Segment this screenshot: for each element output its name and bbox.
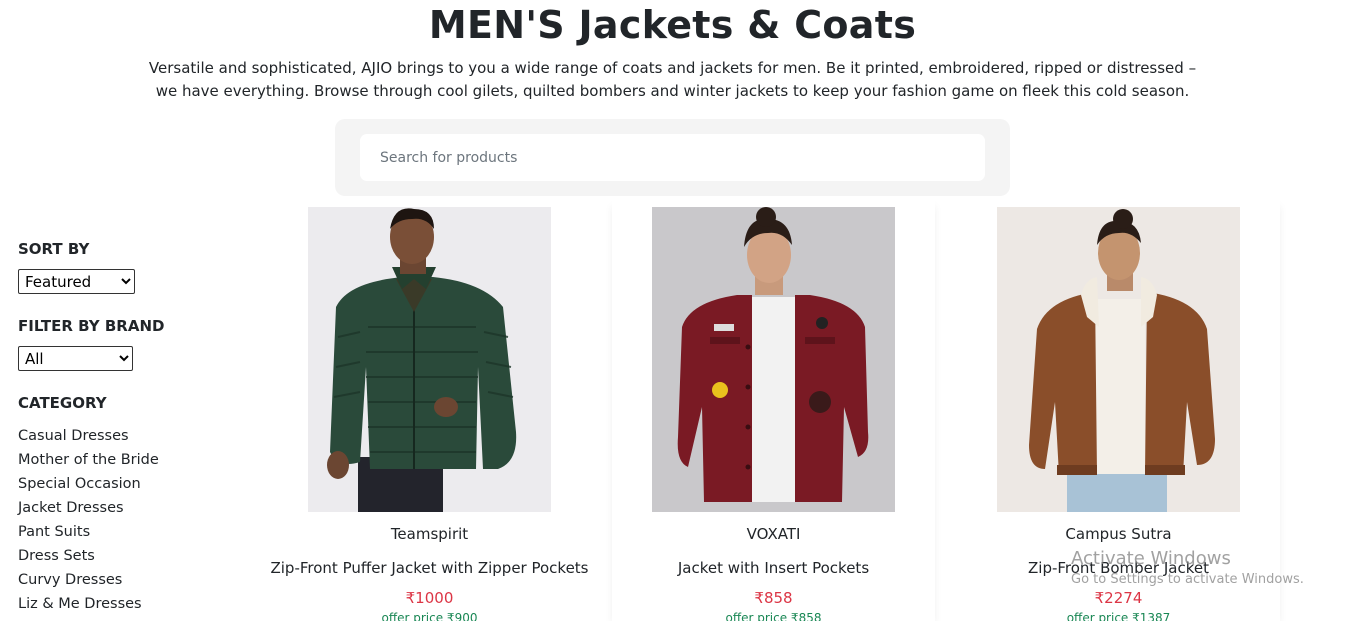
sort-heading: SORT BY <box>18 240 90 258</box>
product-price: ₹1000 <box>405 589 454 607</box>
product-offer-price: offer price ₹858 <box>725 611 822 621</box>
category-item[interactable]: Special Occasion <box>18 472 218 496</box>
product-price: ₹858 <box>754 589 793 607</box>
product-image[interactable] <box>308 207 551 512</box>
product-title[interactable]: Jacket with Insert Pockets <box>612 559 935 577</box>
product-card[interactable]: Teamspirit Zip-Front Puffer Jacket with … <box>268 200 591 621</box>
page-title: MEN'S Jackets & Coats <box>428 3 917 47</box>
brand-filter-heading: FILTER BY BRAND <box>18 317 165 335</box>
category-item[interactable]: Dress Sets <box>18 544 218 568</box>
product-title[interactable]: Zip-Front Puffer Jacket with Zipper Pock… <box>268 559 591 577</box>
search-input[interactable] <box>360 134 985 181</box>
product-brand: Teamspirit <box>390 525 469 543</box>
category-item[interactable]: Mother of the Bride <box>18 448 218 472</box>
product-card[interactable]: Campus Sutra Zip-Front Bomber Jacket ₹22… <box>957 200 1280 621</box>
product-offer-price: offer price ₹900 <box>381 611 478 621</box>
product-title[interactable]: Zip-Front Bomber Jacket <box>957 559 1280 577</box>
product-brand: Campus Sutra <box>1065 525 1172 543</box>
product-image[interactable] <box>652 207 895 512</box>
product-offer-price: offer price ₹1387 <box>1066 611 1171 621</box>
product-brand: VOXATI <box>746 525 801 543</box>
category-item[interactable]: Jacket Dresses <box>18 496 218 520</box>
category-item[interactable]: Liz & Me Dresses <box>18 592 218 616</box>
category-item[interactable]: Curvy Dresses <box>18 568 218 592</box>
category-item[interactable]: Casual Dresses <box>18 424 218 448</box>
product-image[interactable] <box>997 207 1240 512</box>
page-description: Versatile and sophisticated, AJIO brings… <box>148 59 1197 100</box>
filter-sidebar: SORT BY Featured FILTER BY BRAND All CAT… <box>18 238 218 616</box>
search-bar <box>335 119 1010 196</box>
category-heading: CATEGORY <box>18 394 107 412</box>
sort-select[interactable]: Featured <box>18 269 135 294</box>
product-card[interactable]: VOXATI Jacket with Insert Pockets ₹858 o… <box>612 200 935 621</box>
brand-filter-select[interactable]: All <box>18 346 133 371</box>
product-price: ₹2274 <box>1094 589 1143 607</box>
category-list: Casual Dresses Mother of the Bride Speci… <box>18 424 218 616</box>
category-item[interactable]: Pant Suits <box>18 520 218 544</box>
